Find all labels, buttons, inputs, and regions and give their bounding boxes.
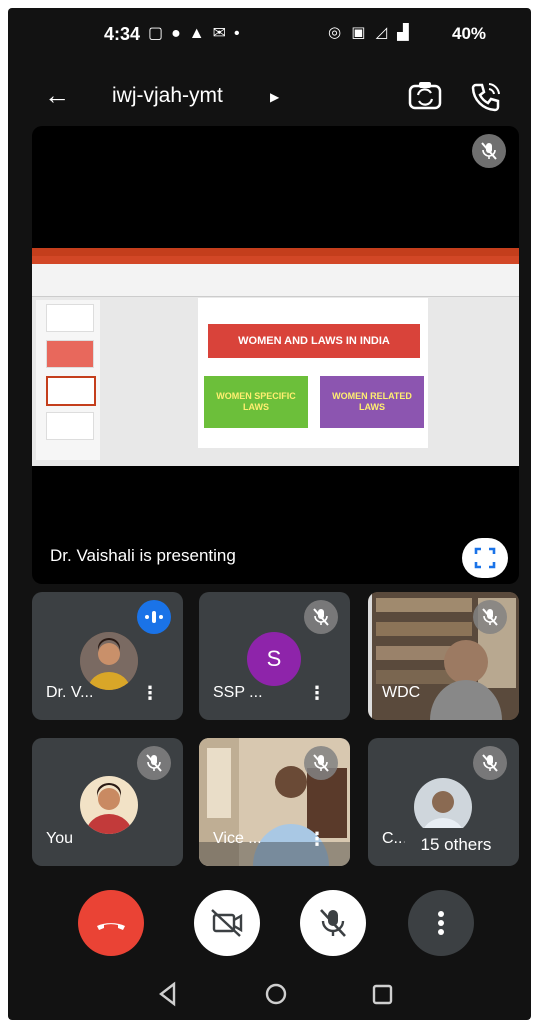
more-options-icon[interactable]: ⋮ — [308, 829, 326, 850]
camera-toggle-button[interactable] — [194, 890, 260, 956]
end-call-icon — [97, 923, 125, 930]
switch-camera-icon[interactable] — [408, 80, 442, 110]
caret-right-icon[interactable]: ▶ — [270, 90, 279, 104]
back-arrow-icon[interactable]: ← — [44, 82, 70, 108]
status-time: 4:34 — [104, 24, 141, 44]
camera-off-icon — [211, 909, 243, 937]
slide-thumbnails — [36, 300, 100, 460]
more-options-icon[interactable]: ⋮ — [308, 683, 326, 704]
participant-name: WDC — [382, 684, 421, 701]
avatar — [80, 632, 138, 690]
slide-title-box: WOMEN AND LAWS IN INDIA — [208, 324, 420, 358]
more-options-icon — [438, 911, 444, 935]
participant-name: You — [46, 830, 73, 847]
fullscreen-icon[interactable] — [462, 538, 508, 578]
participant-tile[interactable]: C... 15 others — [368, 738, 519, 866]
avatar — [80, 776, 138, 834]
speaking-indicator-icon — [137, 600, 171, 634]
phone-screen: 4:34 ▢●▲✉• ◎ ▣ ◿ ▟ 40% ← iwj-vjah-ymt ▶ — [8, 8, 531, 1020]
mic-off-icon — [320, 909, 346, 937]
phone-audio-icon[interactable] — [470, 80, 502, 112]
nav-back-icon[interactable] — [159, 981, 176, 1007]
others-count-badge[interactable]: 15 others — [404, 828, 508, 862]
status-bar: 4:34 ▢●▲✉• ◎ ▣ ◿ ▟ 40% — [8, 8, 531, 62]
current-slide: WOMEN AND LAWS IN INDIA WOMEN SPECIFIC L… — [198, 298, 428, 448]
slide-right-box: WOMEN RELATED LAWS — [320, 376, 424, 428]
mic-off-icon — [304, 746, 338, 780]
signal-icons: ◎ ▣ ◿ ▟ — [328, 24, 412, 41]
participant-tile[interactable]: You — [32, 738, 183, 866]
mic-off-icon — [137, 746, 171, 780]
slide-left-box: WOMEN SPECIFIC LAWS — [204, 376, 308, 428]
nav-home-icon[interactable] — [265, 983, 287, 1005]
avatar: S — [247, 632, 301, 686]
nav-recents-icon[interactable] — [372, 984, 393, 1005]
presenting-label: Dr. Vaishali is presenting — [50, 546, 236, 565]
end-call-button[interactable] — [78, 890, 144, 956]
participant-name: Vice ... — [213, 830, 262, 847]
battery-level: 40% — [452, 24, 487, 43]
more-options-icon[interactable]: ⋮ — [141, 683, 159, 704]
meeting-code[interactable]: iwj-vjah-ymt — [112, 84, 223, 108]
participant-tile[interactable]: S SSP ... ⋮ — [199, 592, 350, 720]
powerpoint-ribbon — [32, 248, 519, 297]
participant-tile[interactable]: Vice ... ⋮ — [199, 738, 350, 866]
mic-toggle-button[interactable] — [300, 890, 366, 956]
participant-name: SSP ... — [213, 684, 263, 701]
presentation-stage[interactable]: WOMEN AND LAWS IN INDIA WOMEN SPECIFIC L… — [32, 126, 519, 584]
more-options-button[interactable] — [408, 890, 474, 956]
meeting-header: ← iwj-vjah-ymt ▶ — [8, 68, 531, 124]
mic-off-icon — [473, 600, 507, 634]
mic-off-icon — [472, 134, 506, 168]
shared-screen: WOMEN AND LAWS IN INDIA WOMEN SPECIFIC L… — [32, 248, 519, 466]
mic-off-icon — [473, 746, 507, 780]
participant-tile[interactable]: WDC — [368, 592, 519, 720]
system-nav-bar — [8, 968, 531, 1020]
participant-name: Dr. V... — [46, 684, 94, 701]
notification-icons: ▢●▲✉• — [148, 25, 248, 42]
mic-off-icon — [304, 600, 338, 634]
participant-tile[interactable]: Dr. V... ⋮ — [32, 592, 183, 720]
